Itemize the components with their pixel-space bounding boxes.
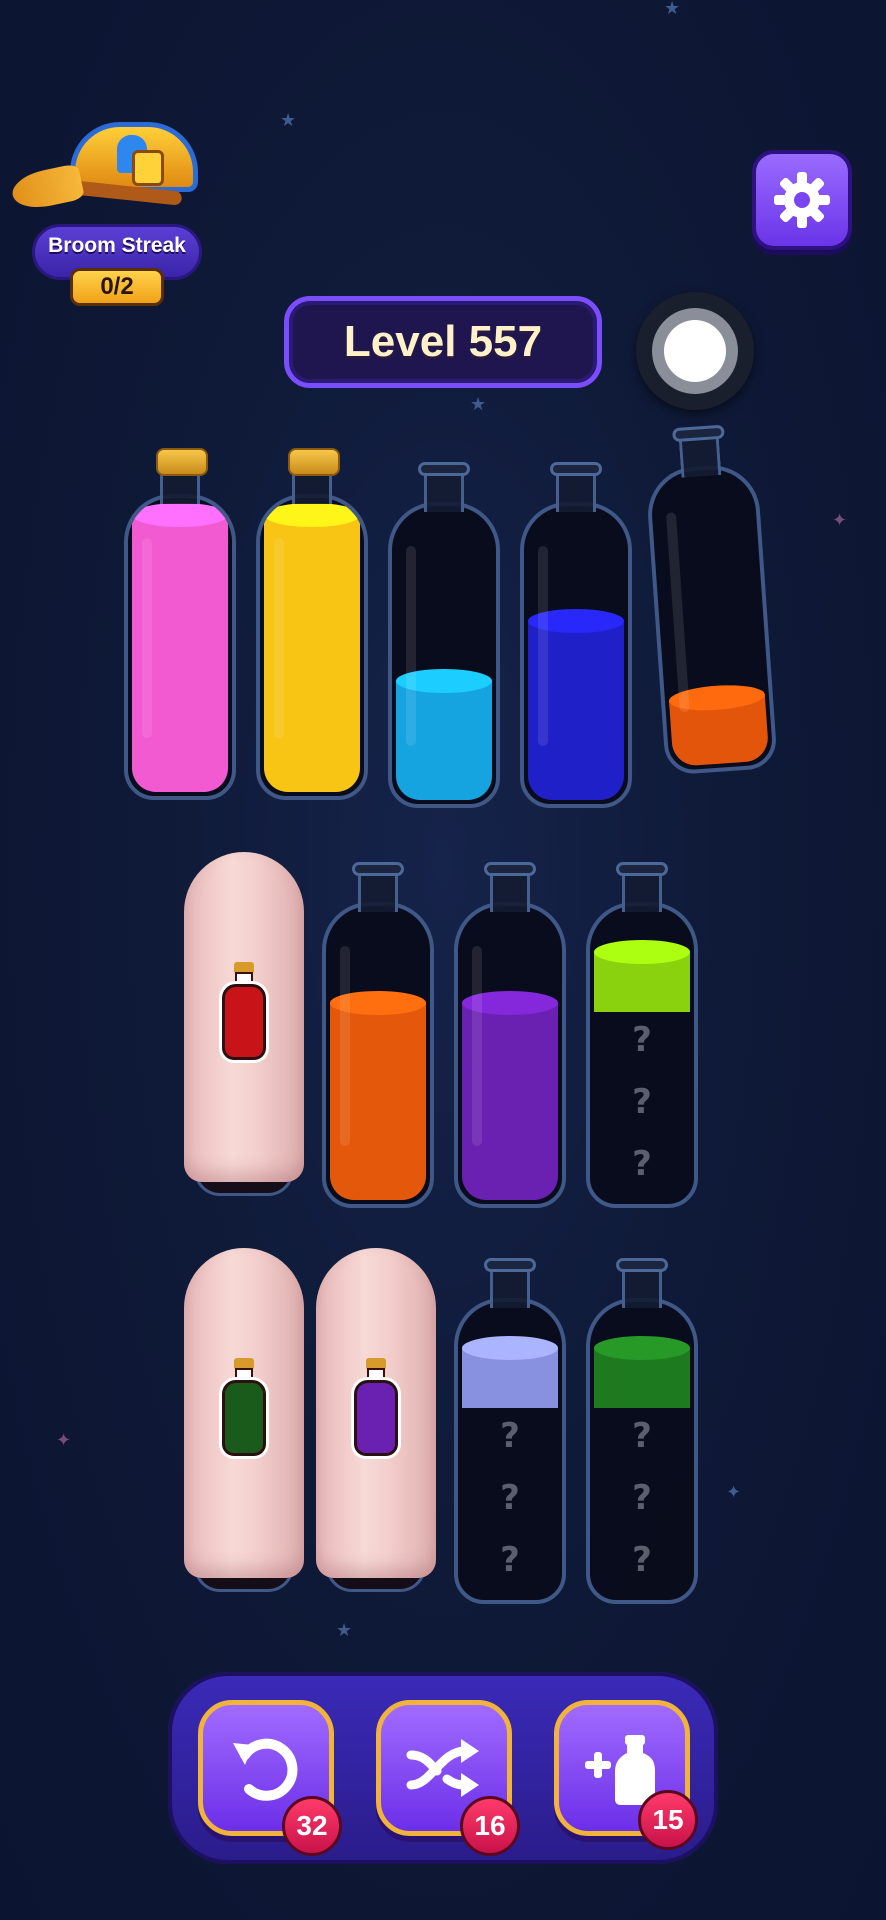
hidden-layer-mark: ?: [632, 1144, 652, 1184]
covered-bottle-red[interactable]: [184, 852, 304, 1202]
hidden-layer-mark: ?: [632, 1416, 652, 1456]
broom-icon: [9, 163, 183, 213]
hint-bottle-green-icon: [222, 1358, 266, 1458]
bottle-pink[interactable]: [124, 448, 236, 800]
cork-icon: [156, 448, 208, 476]
liquid-green: [594, 1348, 690, 1408]
bottle-lavender-mystery[interactable]: ? ? ?: [454, 1258, 566, 1604]
record-button[interactable]: [636, 292, 754, 410]
bottle-lime-mystery[interactable]: ? ? ?: [586, 862, 698, 1208]
hidden-layer-mark: ?: [632, 1020, 652, 1060]
broom-streak-widget[interactable]: Broom Streak 0/2: [9, 118, 212, 306]
bottle-orange-tilted[interactable]: [642, 423, 778, 776]
cork-icon: [288, 448, 340, 476]
hint-bottle-purple-icon: [354, 1358, 398, 1458]
add-bottle-count-badge: 15: [638, 1790, 698, 1850]
hidden-layer-mark: ?: [500, 1416, 520, 1456]
star-decoration: ★: [280, 110, 297, 131]
covered-bottle-green[interactable]: [184, 1248, 304, 1598]
bottle-yellow[interactable]: [256, 448, 368, 800]
bottle-green-mystery[interactable]: ? ? ?: [586, 1258, 698, 1604]
star-decoration: ★: [470, 394, 487, 415]
streak-label: Broom Streak: [48, 234, 186, 257]
star-decoration: ✦: [726, 1482, 742, 1503]
undo-icon: [233, 1738, 298, 1801]
liquid-lime: [594, 952, 690, 1012]
hint-bottle-red-icon: [222, 962, 266, 1062]
undo-count-badge: 32: [282, 1796, 342, 1856]
level-indicator: Level 557: [284, 296, 602, 388]
streak-count: 0/2: [70, 268, 164, 306]
star-decoration: ★: [664, 0, 681, 19]
gear-icon: [774, 172, 830, 228]
bottle-orange[interactable]: [322, 862, 434, 1208]
hidden-layer-mark: ?: [500, 1540, 520, 1580]
hidden-layer-mark: ?: [632, 1478, 652, 1518]
covered-bottle-purple[interactable]: [316, 1248, 436, 1598]
bottle-cyan[interactable]: [388, 462, 500, 808]
star-decoration: ★: [336, 1620, 353, 1641]
hidden-layer-mark: ?: [500, 1478, 520, 1518]
shuffle-icon: [406, 1739, 479, 1797]
settings-button[interactable]: [752, 150, 852, 250]
bottle-purple[interactable]: [454, 862, 566, 1208]
hidden-layer-mark: ?: [632, 1082, 652, 1122]
shuffle-count-badge: 16: [460, 1796, 520, 1856]
liquid-lavender: [462, 1348, 558, 1408]
star-decoration: ✦: [832, 510, 848, 531]
hidden-layer-mark: ?: [632, 1540, 652, 1580]
bottle-blue[interactable]: [520, 462, 632, 808]
star-decoration: ✦: [56, 1430, 72, 1451]
